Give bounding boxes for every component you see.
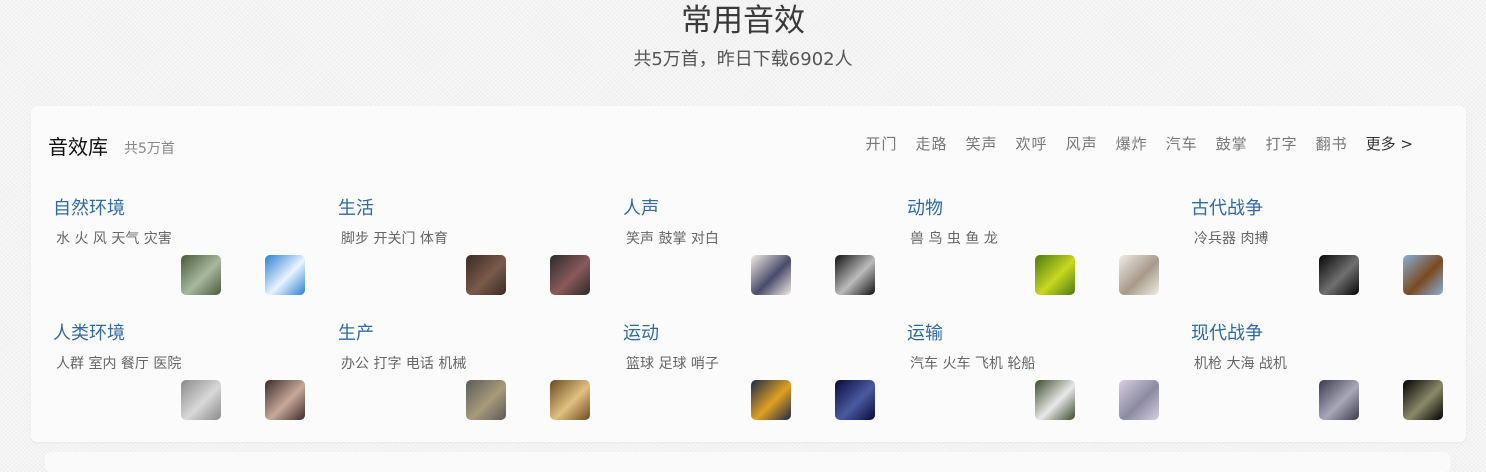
category-title-link[interactable]: 动物: [907, 196, 943, 222]
category-title-link[interactable]: 运动: [623, 321, 659, 347]
category-title-link[interactable]: 生产: [338, 321, 374, 347]
tag-link[interactable]: 汽车: [1166, 133, 1198, 155]
sunset-rider-image[interactable]: [751, 380, 791, 420]
category-title-link[interactable]: 自然环境: [53, 196, 125, 222]
quick-tags: 开门 走路 笑声 欢呼 风声 爆炸 汽车 鼓掌 打字 翻书 更多 >: [848, 133, 1414, 155]
category-subtags: 机枪 大海 战机: [1194, 356, 1287, 372]
tag-link[interactable]: 欢呼: [1016, 133, 1048, 155]
fighter-jet-image[interactable]: [1319, 380, 1359, 420]
next-panel-edge: [45, 452, 1450, 472]
category-card: 古代战争冷兵器 肉搏: [1191, 196, 1476, 306]
sound-library-panel: 音效库 共5万首 开门 走路 笑声 欢呼 风声 爆炸 汽车 鼓掌 打字 翻书 更…: [31, 106, 1466, 442]
category-subtags: 脚步 开关门 体育: [341, 231, 448, 247]
category-card: 运动篮球 足球 哨子: [623, 321, 908, 431]
category-card: 人类环境人群 室内 餐厅 医院: [53, 321, 338, 431]
category-card: 现代战争机枪 大海 战机: [1191, 321, 1476, 431]
category-card: 运输汽车 火车 飞机 轮船: [907, 321, 1192, 431]
category-subtags: 冷兵器 肉搏: [1194, 231, 1269, 247]
category-title-link[interactable]: 人声: [623, 196, 659, 222]
interior-image[interactable]: [181, 380, 221, 420]
tag-link[interactable]: 打字: [1266, 133, 1298, 155]
library-title: 音效库: [48, 135, 108, 159]
ladybug-image[interactable]: [1035, 255, 1075, 295]
hummingbird-image[interactable]: [1119, 255, 1159, 295]
category-card: 生产办公 打字 电话 机械: [338, 321, 623, 431]
category-title-link[interactable]: 古代战争: [1191, 196, 1263, 222]
page-title: 常用音效: [681, 3, 805, 39]
tag-link[interactable]: 开门: [866, 133, 898, 155]
category-card: 动物兽 鸟 虫 鱼 龙: [907, 196, 1192, 306]
cheering-silhouette-image[interactable]: [835, 255, 875, 295]
category-title-link[interactable]: 生活: [338, 196, 374, 222]
runners-image[interactable]: [835, 380, 875, 420]
category-title-link[interactable]: 运输: [907, 321, 943, 347]
category-card: 生活脚步 开关门 体育: [338, 196, 623, 306]
library-count: 共5万首: [124, 141, 175, 157]
page-subtitle: 共5万首，昨日下载6902人: [633, 49, 853, 70]
tag-link[interactable]: 风声: [1066, 133, 1098, 155]
tag-link[interactable]: 爆炸: [1116, 133, 1148, 155]
feet-image[interactable]: [466, 255, 506, 295]
sunny-beach-image[interactable]: [265, 255, 305, 295]
category-subtags: 汽车 火车 飞机 轮船: [910, 356, 1036, 372]
category-subtags: 兽 鸟 虫 鱼 龙: [910, 231, 998, 247]
person-image[interactable]: [751, 255, 791, 295]
tank-image[interactable]: [1403, 380, 1443, 420]
category-subtags: 办公 打字 电话 机械: [341, 356, 467, 372]
tag-link[interactable]: 笑声: [966, 133, 998, 155]
category-subtags: 人群 室内 餐厅 医院: [56, 356, 182, 372]
category-card: 自然环境水 火 风 天气 灾害: [53, 196, 338, 306]
crowd-image[interactable]: [265, 380, 305, 420]
category-subtags: 篮球 足球 哨子: [626, 356, 719, 372]
category-title-link[interactable]: 现代战争: [1191, 321, 1263, 347]
tag-link[interactable]: 翻书: [1316, 133, 1348, 155]
more-link[interactable]: 更多 >: [1366, 133, 1413, 155]
motorcycle-image[interactable]: [550, 255, 590, 295]
horse-rider-image[interactable]: [1403, 255, 1443, 295]
category-title-link[interactable]: 人类环境: [53, 321, 125, 347]
category-card: 人声笑声 鼓掌 对白: [623, 196, 908, 306]
category-subtags: 水 火 风 天气 灾害: [56, 231, 172, 247]
sword-image[interactable]: [1319, 255, 1359, 295]
machinery-image[interactable]: [466, 380, 506, 420]
airplane-image[interactable]: [1119, 380, 1159, 420]
forest-path-image[interactable]: [181, 255, 221, 295]
train-image[interactable]: [1035, 380, 1075, 420]
tag-link[interactable]: 鼓掌: [1216, 133, 1248, 155]
tag-link[interactable]: 走路: [916, 133, 948, 155]
food-market-image[interactable]: [550, 380, 590, 420]
category-subtags: 笑声 鼓掌 对白: [626, 231, 719, 247]
